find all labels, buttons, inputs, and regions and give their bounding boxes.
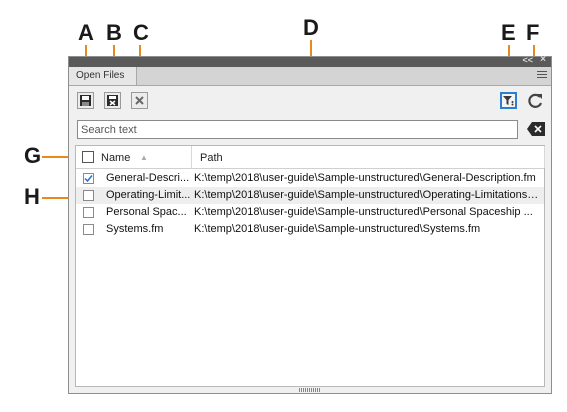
clear-search-button[interactable]	[526, 121, 546, 137]
save-icon	[80, 95, 91, 106]
save-and-close-button[interactable]	[104, 92, 121, 109]
refresh-icon	[528, 93, 543, 108]
sort-ascending-icon: ▲	[140, 153, 148, 162]
row-checkbox[interactable]	[83, 207, 94, 218]
close-panel-button[interactable]: ×	[540, 54, 546, 65]
table-row[interactable]: Personal Spac... K:\temp\2018\user-guide…	[76, 204, 544, 221]
tab-open-files[interactable]: Open Files	[69, 67, 137, 85]
file-path: K:\temp\2018\user-guide\Sample-unstructu…	[194, 189, 540, 201]
callout-g: G	[24, 143, 42, 168]
filter-button[interactable]	[500, 92, 517, 109]
row-checkbox[interactable]	[83, 224, 94, 235]
table-row[interactable]: General-Descri... K:\temp\2018\user-guid…	[76, 170, 544, 187]
table-row[interactable]: Operating-Limit... K:\temp\2018\user-gui…	[76, 187, 544, 204]
open-files-panel: << × Open Files Search text Name ▲ Path …	[68, 54, 552, 394]
save-button[interactable]	[77, 92, 94, 109]
file-path: K:\temp\2018\user-guide\Sample-unstructu…	[194, 172, 536, 184]
table-header: Name ▲ Path	[76, 146, 545, 169]
file-path: K:\temp\2018\user-guide\Sample-unstructu…	[194, 206, 533, 218]
collapse-panel-button[interactable]: <<	[522, 55, 533, 65]
callout-line-h	[42, 197, 70, 199]
close-file-button[interactable]	[131, 92, 148, 109]
callout-e: E	[501, 20, 516, 45]
callout-b: B	[106, 20, 122, 45]
column-header-path[interactable]: Path	[200, 152, 223, 164]
clear-search-icon	[527, 122, 545, 136]
callout-c: C	[133, 20, 149, 45]
callout-f: F	[526, 20, 540, 45]
filter-icon	[503, 96, 514, 106]
search-input[interactable]: Search text	[77, 120, 518, 139]
column-divider[interactable]	[191, 146, 192, 168]
column-header-name[interactable]: Name	[101, 152, 130, 164]
open-files-table: Name ▲ Path General-Descri... K:\temp\20…	[75, 145, 545, 387]
callout-a: A	[78, 20, 94, 45]
tab-row: Open Files	[69, 67, 551, 86]
callout-h: H	[24, 184, 40, 209]
file-name: General-Descri...	[106, 172, 190, 184]
refresh-button[interactable]	[526, 92, 544, 110]
panel-menu-icon[interactable]	[537, 71, 547, 80]
callout-d: D	[303, 15, 319, 40]
file-name: Systems.fm	[106, 223, 164, 235]
resize-grip[interactable]	[299, 388, 321, 392]
file-name: Operating-Limit...	[106, 189, 191, 201]
save-close-icon	[107, 95, 118, 106]
file-path: K:\temp\2018\user-guide\Sample-unstructu…	[194, 223, 481, 235]
table-row[interactable]: Systems.fm K:\temp\2018\user-guide\Sampl…	[76, 221, 544, 238]
column-divider[interactable]	[544, 146, 545, 168]
checkmark-icon	[84, 175, 93, 183]
row-checkbox[interactable]	[83, 173, 94, 184]
panel-titlebar: << ×	[69, 54, 551, 67]
file-name: Personal Spac...	[106, 206, 187, 218]
row-checkbox[interactable]	[83, 190, 94, 201]
close-icon	[135, 96, 144, 105]
select-all-checkbox[interactable]	[82, 151, 94, 163]
